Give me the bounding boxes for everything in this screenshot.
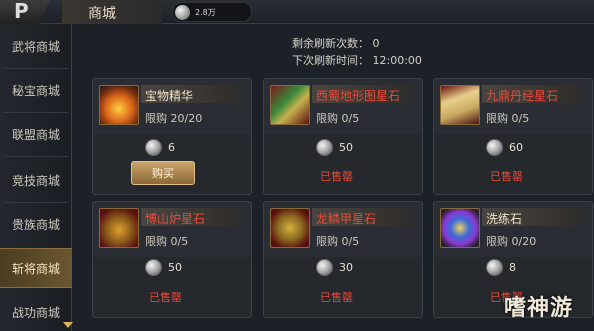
sidebar-item-label: 秘宝商城 — [11, 83, 60, 98]
shop-item-card: 博山炉星石 限购 0/5 50 已售罄 — [92, 201, 252, 318]
sidebar-item-label: 联盟商城 — [11, 127, 60, 142]
refresh-remaining: 剩余刷新次数： 0 — [292, 37, 380, 50]
sidebar-item-zhangong[interactable]: 战功商城 — [0, 294, 72, 330]
shop-item-card: 龙鳞甲星石 限购 0/5 30 已售罄 — [263, 201, 423, 318]
item-name: 西蜀地形图星石 — [316, 89, 401, 103]
shu-map-star-stone-icon[interactable] — [270, 85, 310, 125]
sold-out-label: 已售罄 — [320, 170, 353, 183]
silver-coin-icon — [145, 259, 162, 276]
item-name: 九鼎丹经星石 — [486, 89, 559, 103]
currency-value: 2.8万 — [195, 8, 216, 17]
refining-stone-icon[interactable] — [440, 208, 480, 248]
dragon-armor-star-stone-icon[interactable] — [270, 208, 310, 248]
currency-display: 2.8万 — [172, 2, 252, 22]
sidebar-divider — [4, 112, 68, 113]
silver-coin-icon — [316, 139, 333, 156]
item-price: 30 — [339, 261, 353, 274]
watermark: 嗜神游 — [504, 296, 574, 321]
item-name: 博山炉星石 — [145, 212, 206, 226]
page-title: 商城 — [88, 6, 116, 22]
back-button[interactable]: P — [0, 0, 50, 24]
top-bar: P 商城 2.8万 — [0, 0, 594, 24]
sidebar-item-zhanjiang[interactable]: 斩将商城 — [0, 248, 72, 288]
sidebar-item-label: 战功商城 — [11, 305, 60, 320]
sold-out-label: 已售罄 — [149, 291, 182, 304]
sidebar-item-label: 武将商城 — [11, 39, 60, 54]
refresh-next-time: 下次刷新时间： 12:00:00 — [292, 54, 422, 67]
back-icon: P — [14, 0, 29, 23]
item-price: 60 — [509, 141, 523, 154]
purchase-limit: 限购 0/5 — [316, 235, 360, 248]
item-price: 8 — [509, 261, 516, 274]
item-price: 6 — [168, 141, 175, 154]
sold-out-label: 已售罄 — [490, 170, 523, 183]
item-name: 洗练石 — [486, 212, 523, 226]
incense-burner-star-stone-icon[interactable] — [99, 208, 139, 248]
item-name: 宝物精华 — [145, 89, 194, 103]
sidebar-divider — [4, 202, 68, 203]
fire-essence-icon[interactable] — [99, 85, 139, 125]
silver-coin-icon — [486, 139, 503, 156]
sidebar-item-label: 竞技商城 — [11, 173, 60, 188]
sidebar-item-wujiang[interactable]: 武将商城 — [0, 28, 72, 64]
purchase-limit: 限购 0/5 — [145, 235, 189, 248]
sidebar-item-label: 贵族商城 — [11, 217, 60, 232]
sidebar-item-lianmeng[interactable]: 联盟商城 — [0, 116, 72, 152]
sold-out-label: 已售罄 — [320, 291, 353, 304]
silver-coin-icon — [145, 139, 162, 156]
scroll-down-icon[interactable] — [63, 322, 73, 328]
shop-item-card: 西蜀地形图星石 限购 0/5 50 已售罄 — [263, 78, 423, 195]
purchase-limit: 限购 0/20 — [486, 235, 537, 248]
sidebar-item-guizu[interactable]: 贵族商城 — [0, 206, 72, 242]
sidebar-item-mibao[interactable]: 秘宝商城 — [0, 72, 72, 108]
sidebar: 武将商城 秘宝商城 联盟商城 竞技商城 贵族商城 斩将商城 战功商城 — [0, 24, 73, 331]
item-name: 龙鳞甲星石 — [316, 212, 377, 226]
shop-item-card: 宝物精华 限购 20/20 6 购买 — [92, 78, 252, 195]
purchase-limit: 限购 0/5 — [316, 112, 360, 125]
sidebar-item-label: 斩将商城 — [11, 261, 60, 276]
silver-coin-icon — [175, 5, 190, 20]
silver-coin-icon — [316, 259, 333, 276]
buy-button[interactable]: 购买 — [131, 161, 195, 185]
shop-item-card: 九鼎丹经星石 限购 0/5 60 已售罄 — [433, 78, 593, 195]
item-price: 50 — [339, 141, 353, 154]
scroll-star-stone-icon[interactable] — [440, 85, 480, 125]
sidebar-divider — [4, 156, 68, 157]
silver-coin-icon — [486, 259, 503, 276]
item-price: 50 — [168, 261, 182, 274]
purchase-limit: 限购 0/5 — [486, 112, 530, 125]
purchase-limit: 限购 20/20 — [145, 112, 203, 125]
sidebar-item-jingji[interactable]: 竞技商城 — [0, 162, 72, 198]
buy-button-label: 购买 — [152, 167, 174, 180]
sidebar-divider — [4, 68, 68, 69]
